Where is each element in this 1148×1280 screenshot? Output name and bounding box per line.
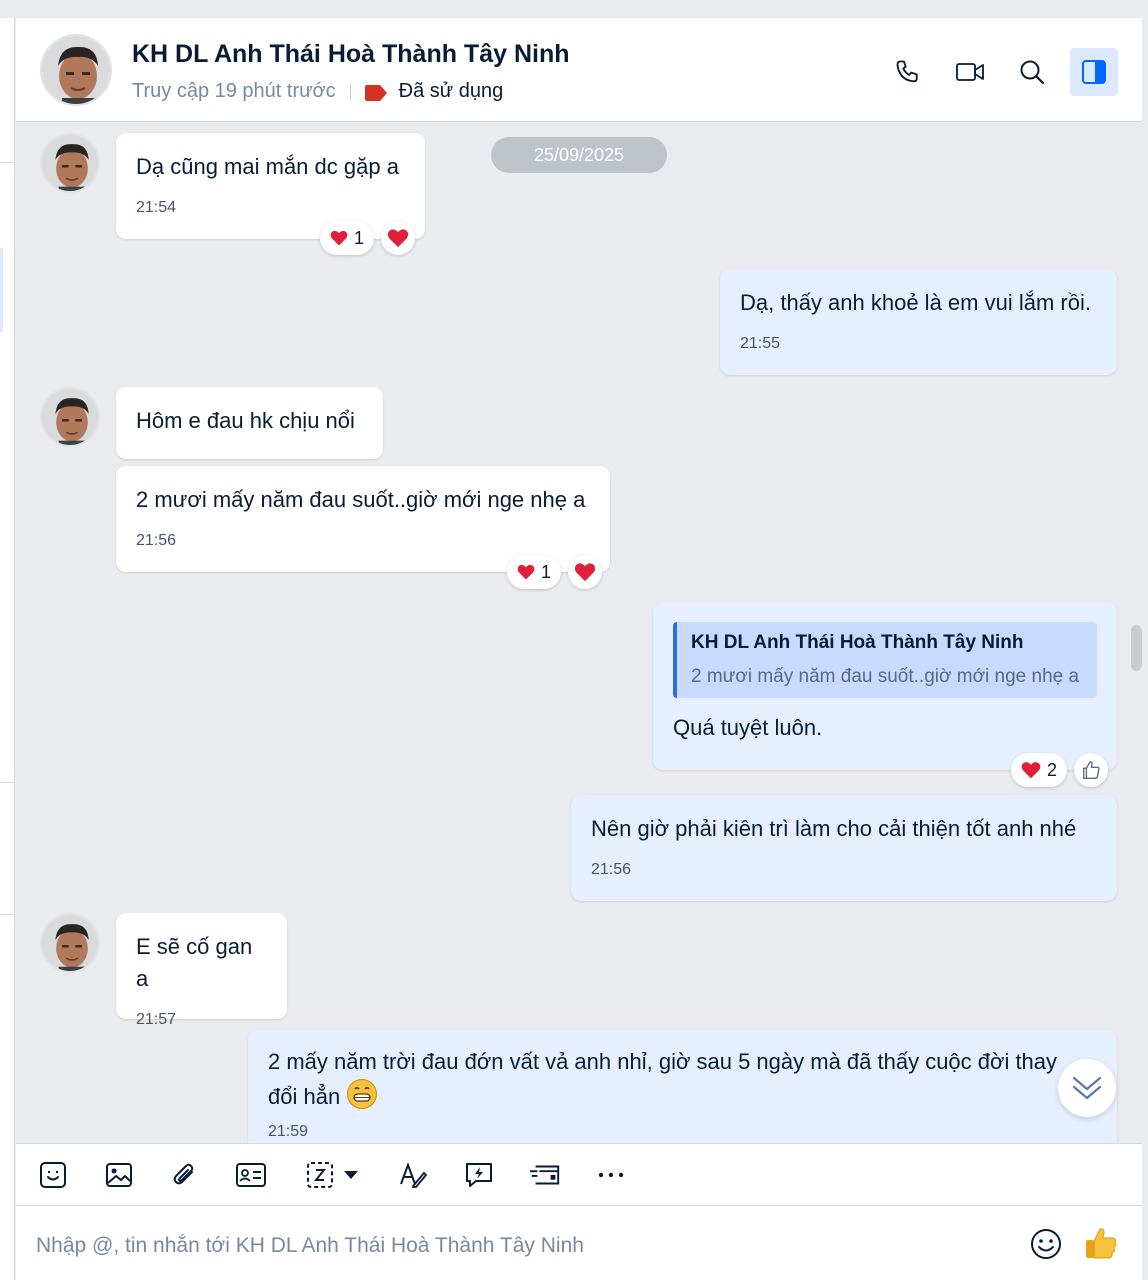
quoted-text: 2 mươi mấy năm đau suốt..giờ mới nge nhẹ… [691,666,1080,687]
emoji-button[interactable] [1028,1226,1064,1262]
search-icon [1020,60,1045,85]
add-reaction-button[interactable] [568,555,602,589]
message-bubble[interactable]: KH DL Anh Thái Hoà Thành Tây Ninh 2 mươi… [653,602,1117,770]
heart-icon [1021,762,1041,779]
video-call-button[interactable] [946,48,994,96]
message-text: 2 mươi mấy năm đau suốt..giờ mới nge nhẹ… [136,487,586,512]
avatar[interactable] [40,133,100,193]
composer-toolbar [16,1143,1142,1205]
text-format-button[interactable] [396,1158,430,1192]
scroll-to-bottom-button[interactable] [1058,1059,1116,1117]
message-time: 21:57 [136,1011,177,1028]
thumbs-up-icon [1086,1228,1117,1259]
video-camera-icon [956,63,984,81]
message-text: Dạ, thấy anh khoẻ là em vui lắm rồi. [740,290,1091,315]
reaction-badge[interactable]: 2 [1011,753,1067,787]
chat-header: KH DL Anh Thái Hoà Thành Tây Ninh Truy c… [16,18,1142,122]
sticker-icon [40,1161,66,1188]
message-time: 21:55 [740,335,781,352]
message-bubble[interactable]: 2 mấy năm trời đau đớn vất vả anh nhỉ, g… [248,1030,1117,1143]
avatar[interactable] [40,387,100,447]
quoted-sender: KH DL Anh Thái Hoà Thành Tây Ninh [691,632,1024,653]
date-divider: 25/09/2025 [491,137,667,173]
message-bubble[interactable]: Hôm e đau hk chịu nổi [116,387,383,459]
message-time: 21:56 [591,861,632,878]
send-like-button[interactable] [1082,1224,1120,1262]
send-card-button[interactable] [528,1158,562,1192]
format-text-icon [400,1161,428,1188]
image-icon [106,1162,132,1187]
grinning-face-icon [347,1079,378,1109]
message-text-line: đổi hẳn [268,1078,1097,1113]
add-reaction-button[interactable] [1074,753,1108,787]
more-options-button[interactable] [594,1158,628,1192]
message-text: Quá tuyệt luôn. [673,715,823,740]
message-text: 2 mấy năm trời đau đớn vất vả anh nhỉ, g… [268,1049,1058,1074]
tag-icon[interactable] [364,84,387,101]
message-time: 21:54 [136,199,177,216]
message-list[interactable]: 25/09/2025 Dạ cũng mai mắn dc gặp a 21:5… [16,123,1142,1143]
screenshot-button[interactable] [300,1158,364,1192]
contact-card-icon [236,1162,266,1187]
message-composer [16,1205,1142,1280]
attach-file-button[interactable] [168,1158,202,1192]
reaction-count: 1 [540,561,551,582]
chat-title[interactable]: KH DL Anh Thái Hoà Thành Tây Ninh [132,40,570,69]
heart-icon [387,229,409,248]
message-text: E sẽ cố gan a [136,934,253,991]
send-image-button[interactable] [102,1158,136,1192]
phone-icon [896,60,918,83]
message-time: 21:56 [136,532,177,549]
avatar[interactable] [40,913,100,973]
heart-icon [517,564,535,580]
quick-message-button[interactable] [462,1158,496,1192]
thumbs-up-icon [1082,761,1100,779]
reaction-count: 2 [1046,759,1057,780]
toggle-info-panel-button[interactable] [1070,48,1118,96]
message-bubble[interactable]: E sẽ cố gan a 21:57 [116,913,287,1028]
attachment-icon [173,1163,194,1184]
card-icon [529,1165,560,1184]
message-text-cont: đổi hẳn [268,1084,341,1109]
message-bubble[interactable]: Dạ, thấy anh khoẻ là em vui lắm rồi. 21:… [720,269,1117,375]
tag-label[interactable]: Đã sử dụng [399,80,504,103]
avatar[interactable] [40,34,112,106]
add-reaction-button[interactable] [381,221,415,255]
window-top-strip [0,0,1148,18]
message-bubble[interactable]: Dạ cũng mai mắn dc gặp a 21:54 [116,133,425,239]
last-active-status: Truy cập 19 phút trước [132,80,336,102]
message-text: Nên giờ phải kiên trì làm cho cải thiện … [591,816,1077,841]
divider [349,82,351,101]
send-contact-card-button[interactable] [234,1158,268,1192]
conversation-list-edge [0,18,15,1280]
message-text: Hôm e đau hk chịu nổi [136,408,355,433]
quoted-message[interactable]: KH DL Anh Thái Hoà Thành Tây Ninh 2 mươi… [673,622,1097,698]
heart-icon [574,563,596,582]
reaction-badge[interactable]: 1 [320,221,374,255]
screenshot-icon [307,1161,333,1188]
quick-message-icon [466,1162,492,1187]
sidebar-panel-icon [1082,60,1106,84]
message-bubble[interactable]: Nên giờ phải kiên trì làm cho cải thiện … [571,795,1117,901]
sticker-button[interactable] [36,1158,70,1192]
caret-down-icon [344,1170,358,1179]
reaction-badge[interactable]: 1 [507,555,561,589]
smiley-icon [1031,1229,1061,1259]
message-text: Dạ cũng mai mắn dc gặp a [136,154,399,179]
more-icon [598,1172,624,1177]
selected-conversation-marker [0,248,3,332]
double-chevron-down-icon [1072,1076,1102,1100]
scrollbar-thumb[interactable] [1131,625,1142,671]
chat-subtitle: Truy cập 19 phút trước Đã sử dụng [132,80,503,103]
phone-call-button[interactable] [884,48,932,96]
message-time: 21:59 [268,1123,309,1140]
heart-icon [330,230,348,246]
search-button[interactable] [1008,48,1056,96]
message-input[interactable] [36,1226,996,1266]
reaction-count: 1 [353,227,364,248]
